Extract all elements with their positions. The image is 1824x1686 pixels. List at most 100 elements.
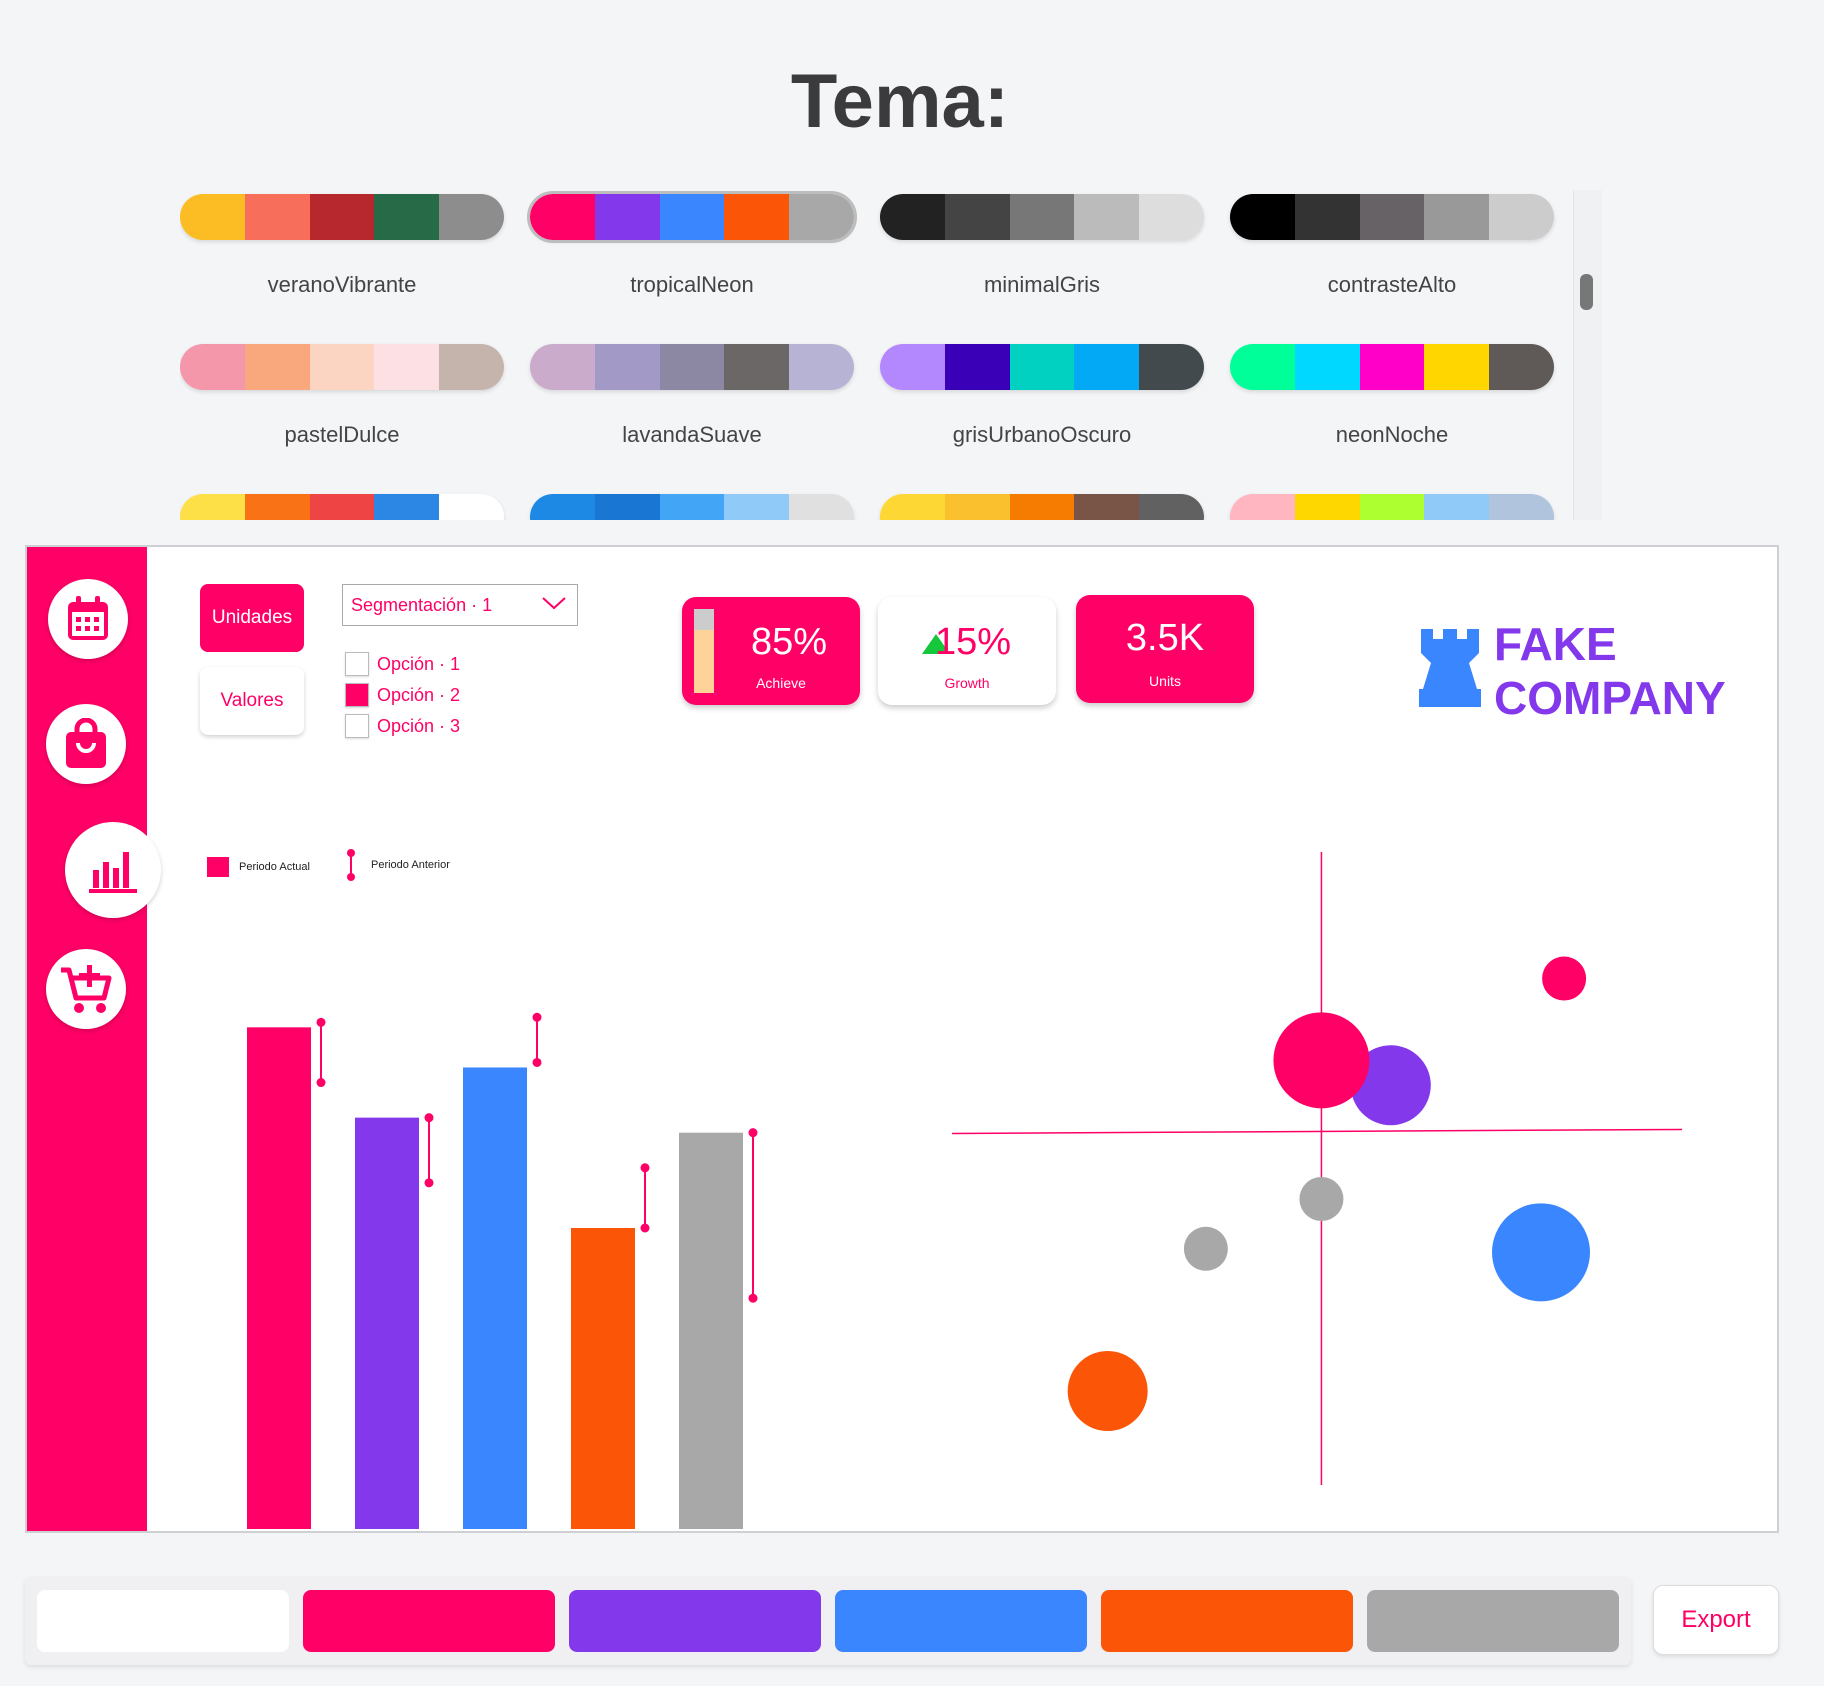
palette-color-swatch[interactable] [835,1590,1087,1652]
theme-option[interactable]: tropicalNeon [510,190,857,322]
theme-swatches [880,344,1204,390]
color-swatch [594,494,660,520]
theme-swatches [180,194,504,240]
theme-scrollbar-thumb[interactable] [1580,274,1593,310]
theme-name: pastelDulce [284,422,400,447]
theme-scrollbar-track[interactable] [1573,190,1602,520]
calendar-icon [68,596,108,640]
color-swatch [180,194,245,240]
nav-calendar-button[interactable] [48,579,128,659]
dashboard-preview: Unidades Valores Segmentación · 1 Opción… [25,545,1779,1533]
color-swatch [1359,494,1425,520]
kpi-achieve-card: 85% Achieve [682,597,860,705]
palette-bar [25,1577,1631,1665]
nav-cart-add-button[interactable] [46,949,126,1029]
palette-color-swatch[interactable] [37,1590,289,1652]
color-swatch [724,344,790,390]
nav-bar-chart-button[interactable] [65,822,161,918]
checkbox-box[interactable] [345,652,369,676]
color-swatch [530,344,595,390]
color-swatch [439,194,504,240]
export-label: Export [1681,1606,1751,1633]
logo-line-2: COMPANY [1494,672,1726,724]
color-swatch [880,344,945,390]
export-button[interactable]: Export [1653,1585,1779,1655]
bubble [1273,1012,1370,1109]
valores-toggle[interactable]: Valores [200,667,304,735]
option-3-checkbox[interactable]: Opción · 3 [345,713,460,739]
page-title: Tema: [790,59,1010,144]
theme-option[interactable]: veranoVibrante [180,190,504,322]
theme-swatches [1230,194,1554,240]
color-swatch [1294,494,1360,520]
theme-option[interactable]: contrasteAlto [1210,190,1554,322]
legend-range-marker [347,849,355,881]
color-swatch [530,494,595,520]
bubble [1183,1226,1228,1271]
theme-name: grisUrbanoOscuro [952,422,1132,447]
theme-swatches [1230,344,1554,390]
kpi-growth-card: 15% Growth [878,597,1056,705]
theme-option[interactable]: grisUrbanoOscuro [860,332,1204,472]
theme-option[interactable] [180,482,504,520]
previous-period-marker [640,1163,650,1173]
color-swatch [659,344,725,390]
nav-shopping-bag-button[interactable] [46,704,126,784]
theme-option[interactable]: pastelDulce [180,332,504,472]
color-swatch [374,494,440,520]
color-swatch [1139,344,1204,390]
checkbox-box[interactable] [345,714,369,738]
color-swatch [724,494,790,520]
theme-option[interactable] [860,482,1204,520]
cart-add-icon [61,965,112,1013]
color-swatch [439,344,504,390]
theme-option[interactable]: lavandaSuave [510,332,854,472]
theme-swatches [530,494,854,520]
color-swatch [1489,494,1554,520]
bar [463,1067,527,1529]
kpi-label: Achieve [756,675,806,691]
color-swatch [1359,194,1425,240]
theme-option[interactable] [1210,482,1554,520]
theme-swatches [527,191,857,243]
theme-name: lavandaSuave [622,422,762,447]
color-swatch [1009,494,1075,520]
color-swatch [244,344,310,390]
kpi-value: 3.5K [1125,617,1205,659]
palette-color-swatch[interactable] [303,1590,555,1652]
legend-periodo-anterior: Periodo Anterior [345,849,450,881]
theme-option[interactable]: neonNoche [1210,332,1554,472]
theme-option[interactable] [510,482,854,520]
color-swatch [1294,344,1360,390]
palette-color-swatch[interactable] [1367,1590,1619,1652]
segmentacion-dropdown[interactable]: Segmentación · 1 [342,584,578,626]
palette-color-swatch[interactable] [569,1590,821,1652]
color-swatch [1074,494,1140,520]
color-swatch [1230,494,1295,520]
theme-name: neonNoche [1335,422,1449,447]
previous-period-marker [748,1128,758,1138]
color-swatch [594,194,660,240]
sidebar [27,547,161,1531]
color-swatch [180,494,245,520]
company-logo-text: FAKE COMPANY [1494,617,1726,725]
kpi-units-card: 3.5K Units [1076,595,1254,703]
previous-period-marker [424,1113,434,1123]
color-swatch [1139,494,1204,520]
bubble-chart [951,852,1683,1485]
checkbox-box[interactable] [345,683,369,707]
previous-period-marker [316,1078,326,1088]
previous-period-marker [532,1057,542,1067]
unidades-toggle[interactable]: Unidades [200,584,304,652]
color-swatch [530,194,595,240]
color-swatch [944,494,1010,520]
shopping-bag-icon [66,718,106,768]
color-swatch [880,194,945,240]
color-swatch [1074,344,1140,390]
theme-option[interactable]: minimalGris [860,190,1204,322]
bar [247,1027,311,1529]
previous-period-marker [640,1223,650,1233]
option-2-checkbox[interactable]: Opción · 2 [345,682,460,708]
palette-color-swatch[interactable] [1101,1590,1353,1652]
option-1-checkbox[interactable]: Opción · 1 [345,651,460,677]
